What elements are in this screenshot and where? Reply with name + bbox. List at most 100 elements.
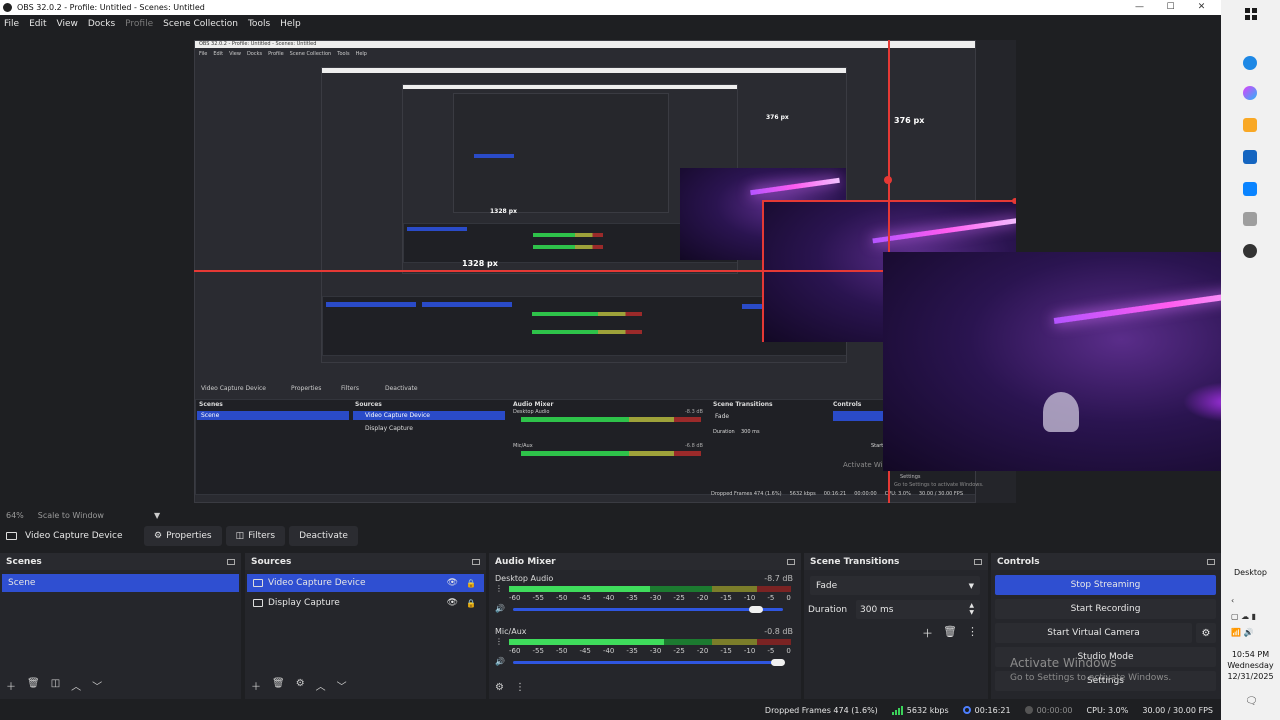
source-item[interactable]: Video Capture Device 👁 🔒 (247, 574, 484, 592)
guide-handle[interactable] (884, 176, 892, 184)
maximize-button[interactable]: ☐ (1155, 0, 1186, 15)
lock-icon[interactable]: 🔒 (466, 599, 476, 608)
network-icon[interactable]: 📶 🔊 (1231, 628, 1253, 637)
menu-scene-collection[interactable]: Scene Collection (163, 19, 238, 29)
volume-slider[interactable] (513, 606, 783, 613)
clock-day[interactable]: Wednesday (1221, 661, 1280, 670)
tray-icons[interactable]: ▢ ☁ ▮ (1231, 612, 1256, 621)
nested-ctx-source: Video Capture Device (201, 384, 267, 392)
windows-start-icon[interactable] (1245, 8, 1257, 20)
close-button[interactable]: ✕ (1186, 0, 1217, 15)
menu-help[interactable]: Help (280, 19, 301, 29)
store-icon[interactable] (1243, 150, 1257, 164)
kebab-menu-icon[interactable]: ⋮ (967, 625, 978, 641)
filter-icon[interactable]: ◫ (51, 678, 60, 693)
context-source-name: Video Capture Device (25, 531, 123, 541)
nested-context-bar: Video Capture Device Properties Filters … (195, 381, 975, 395)
chevron-left-icon[interactable]: ‹ (1231, 596, 1234, 605)
scenes-dock: Scenes Scene ＋ 🗑 ◫ ︿ ﹀ (0, 553, 241, 699)
undock-icon[interactable] (787, 558, 795, 565)
visibility-eye-icon[interactable]: 👁 (447, 578, 458, 588)
visibility-eye-icon[interactable]: 👁 (447, 598, 458, 608)
kebab-menu-icon[interactable]: ⋮ (515, 682, 525, 693)
speaker-icon[interactable]: 🔊 (495, 604, 505, 613)
undock-icon[interactable] (227, 558, 235, 565)
chevron-down-icon[interactable]: ▼ (154, 511, 160, 520)
window-controls: — ☐ ✕ (1124, 0, 1217, 15)
signal-bars-icon (891, 705, 903, 715)
edge-icon[interactable] (1243, 56, 1257, 70)
gear-icon[interactable]: ⚙ (296, 678, 305, 693)
start-virtual-camera-label: Start Virtual Camera (1047, 628, 1140, 638)
lock-icon[interactable]: 🔒 (466, 579, 476, 588)
app-icon[interactable] (1243, 212, 1257, 226)
undock-icon[interactable] (472, 558, 480, 565)
arrow-up-icon[interactable]: ︿ (71, 678, 81, 693)
nested-time: 00:16:21 (823, 491, 847, 497)
gear-icon[interactable]: ⚙ (495, 682, 504, 693)
source-item[interactable]: Display Capture 👁 🔒 (247, 594, 484, 612)
deactivate-label: Deactivate (299, 531, 348, 541)
menu-tools[interactable]: Tools (248, 19, 270, 29)
menu-view[interactable]: View (57, 19, 78, 29)
scale-bar: 64% Scale to Window ▼ (0, 506, 1221, 524)
spinner-arrows-icon[interactable]: ▲ ▼ (969, 602, 974, 616)
obs-taskbar-icon[interactable] (1243, 244, 1257, 258)
add-icon[interactable]: ＋ (251, 678, 261, 693)
menu-edit[interactable]: Edit (29, 19, 46, 29)
speaker-icon[interactable]: 🔊 (495, 657, 505, 666)
guide-handle-corner[interactable] (1012, 198, 1016, 204)
minimize-button[interactable]: — (1124, 0, 1155, 15)
start-recording-button[interactable]: Start Recording (995, 599, 1216, 619)
trash-icon[interactable]: 🗑 (943, 625, 957, 641)
undock-icon[interactable] (1207, 558, 1215, 565)
menu-profile[interactable]: Profile (125, 19, 153, 29)
menu-docks[interactable]: Docks (88, 19, 115, 29)
window-title: OBS 32.0.2 - Profile: Untitled - Scenes:… (17, 3, 205, 12)
arrow-down-icon[interactable]: ﹀ (92, 678, 102, 693)
notifications-icon[interactable]: 🗨 (1245, 696, 1258, 707)
arrow-up-icon[interactable]: ︿ (316, 678, 326, 693)
bitrate-indicator: 5632 kbps (891, 705, 949, 715)
volume-slider-knob[interactable] (749, 606, 763, 613)
undock-icon[interactable] (974, 558, 982, 565)
add-icon[interactable]: ＋ (922, 625, 933, 641)
add-icon[interactable]: ＋ (6, 678, 16, 693)
nested-ctx-properties: Properties (291, 384, 322, 392)
volume-slider[interactable] (513, 659, 785, 666)
stop-streaming-button[interactable]: Stop Streaming (995, 575, 1216, 595)
menu-file[interactable]: File (4, 19, 19, 29)
desktop-label[interactable]: Desktop (1221, 568, 1280, 577)
trash-icon[interactable]: 🗑 (272, 678, 285, 693)
camera-feed-main[interactable] (883, 252, 1221, 471)
transition-select[interactable]: Fade ▼ (810, 576, 980, 595)
kebab-menu-icon[interactable]: ⋮ (495, 584, 503, 593)
kebab-menu-icon[interactable]: ⋮ (495, 637, 503, 646)
nested-menu-docks: Docks (246, 51, 263, 57)
nested-meter-3a (533, 233, 603, 237)
file-explorer-icon[interactable] (1243, 118, 1257, 132)
arrow-down-icon[interactable]: ﹀ (337, 678, 347, 693)
copilot-icon[interactable] (1243, 86, 1257, 100)
virtual-camera-settings-gear-icon[interactable]: ⚙ (1196, 623, 1216, 643)
clock-date[interactable]: 12/31/2025 (1221, 672, 1280, 681)
trash-icon[interactable]: 🗑 (27, 678, 40, 693)
filters-button[interactable]: ◫ Filters (225, 526, 286, 546)
outlook-icon[interactable] (1243, 182, 1257, 196)
sources-list: Video Capture Device 👁 🔒 Display Capture… (245, 570, 486, 699)
source-item-label: Video Capture Device (268, 578, 366, 588)
scale-mode-select[interactable]: Scale to Window (38, 511, 104, 520)
clock-time[interactable]: 10:54 PM (1221, 650, 1280, 659)
channel-db: -8.7 dB (764, 574, 793, 583)
deactivate-button[interactable]: Deactivate (289, 526, 358, 546)
nested-desktop-meter (521, 417, 701, 422)
filters-label: Filters (248, 531, 276, 541)
start-virtual-camera-button[interactable]: Start Virtual Camera (995, 623, 1192, 643)
tick: 0 (786, 594, 791, 602)
channel-name: Mic/Aux (495, 627, 527, 636)
volume-slider-knob[interactable] (770, 659, 785, 666)
preview-area[interactable]: OBS 32.0.2 - Profile: Untitled - Scenes:… (0, 33, 1221, 506)
duration-spinbox[interactable]: 300 ms ▲ ▼ (856, 600, 980, 619)
properties-button[interactable]: ⚙ Properties (144, 526, 222, 546)
scene-item[interactable]: Scene (2, 574, 239, 592)
